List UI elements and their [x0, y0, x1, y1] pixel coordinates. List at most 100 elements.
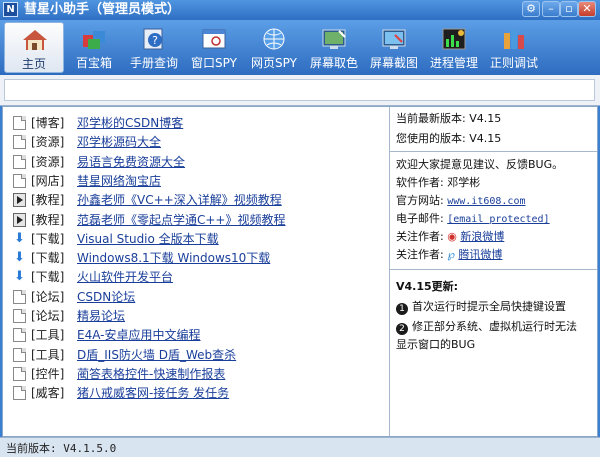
link-text[interactable]: CSDN论坛: [77, 288, 135, 306]
email-row: 电子邮件: [email protected]: [396, 211, 550, 228]
maximize-icon: ▫: [565, 2, 573, 15]
link-text[interactable]: 猪八戒威客网-接任务 发任务: [77, 384, 229, 402]
tab-process-manager[interactable]: 进程管理: [424, 22, 484, 73]
link-text[interactable]: 精易论坛: [77, 307, 125, 325]
link-category: [下载]: [31, 251, 65, 266]
document-icon: [13, 135, 26, 150]
tab-screenshot[interactable]: 屏幕截图: [364, 22, 424, 73]
screenshot-icon: [382, 29, 406, 49]
update-separator: [390, 269, 597, 270]
link-text[interactable]: 孙鑫老师《VC++深入详解》视频教程: [77, 191, 282, 209]
link-category: [下载]: [31, 270, 65, 285]
main-toolbar: 主页 百宝箱 ? 手册查询 窗口SPY 网页SPY 屏幕取色 屏幕截图 进程管理: [0, 20, 600, 75]
tab-screenshot-label: 屏幕截图: [369, 56, 418, 70]
link-text[interactable]: 易语言免费资源大全: [77, 153, 185, 171]
update-item-3: 显示窗口的BUG: [396, 337, 475, 353]
update-num-2: 2: [396, 323, 408, 335]
document-icon: [13, 347, 26, 362]
svg-text:?: ?: [152, 34, 158, 47]
document-icon: [13, 328, 26, 343]
site-row: 官方网站: www.it608.com: [396, 193, 526, 210]
tab-home[interactable]: 主页: [4, 22, 64, 73]
process-manager-icon: [442, 28, 466, 50]
app-window: N 彗星小助手（管理员模式） ⚙ – ▫ ✕ 主页 百宝箱 ? 手册查询 窗口S…: [0, 0, 600, 457]
author-row: 软件作者: 邓学彬: [396, 175, 480, 191]
tab-regex-debug[interactable]: 正则调试: [484, 22, 544, 73]
video-icon: [13, 193, 26, 208]
tab-toolbox[interactable]: 百宝箱: [64, 22, 124, 73]
link-text[interactable]: 邓学彬的CSDN博客: [77, 114, 183, 132]
update-num-1: 1: [396, 303, 408, 315]
web-spy-icon: [263, 28, 285, 50]
help-manual-icon: ?: [143, 28, 163, 50]
settings-button[interactable]: ⚙: [522, 1, 540, 17]
tab-regex-debug-label: 正则调试: [489, 56, 538, 70]
home-panel: [博客] 邓学彬的CSDN博客 [资源] 邓学彬源码大全 [资源] 易语言免费资源大全 [网…: [2, 106, 598, 437]
link-text[interactable]: 彗星网络淘宝店: [77, 172, 161, 190]
update-title: V4.15更新:: [396, 280, 459, 293]
link-text[interactable]: 邓学彬源码大全: [77, 133, 161, 151]
tab-manual[interactable]: ? 手册查询: [124, 22, 184, 73]
tab-window-spy-label: 窗口SPY: [191, 56, 237, 70]
document-icon: [13, 173, 26, 188]
minimize-icon: –: [548, 2, 554, 15]
link-category: [资源]: [31, 135, 65, 150]
status-version: 当前版本: V4.1.5.0: [6, 442, 117, 455]
link-text[interactable]: 火山软件开发平台: [77, 268, 173, 286]
link-category: [威客]: [31, 386, 65, 401]
link-text[interactable]: 蔺答表格控件-快速制作报表: [77, 365, 225, 383]
close-button[interactable]: ✕: [578, 1, 596, 17]
link-category: [工具]: [31, 347, 65, 362]
document-icon: [13, 309, 26, 323]
email-link[interactable]: [email protected]: [447, 214, 549, 225]
link-category: [工具]: [31, 328, 65, 343]
update-item-1: 1 首次运行时提示全局快捷键设置: [396, 299, 566, 315]
tab-process-manager-label: 进程管理: [429, 56, 478, 70]
color-picker-icon: [322, 29, 346, 49]
tab-toolbox-label: 百宝箱: [75, 56, 112, 70]
status-bar: 当前版本: V4.1.5.0: [0, 437, 600, 457]
site-link[interactable]: www.it608.com: [447, 196, 525, 207]
site-label: 官方网站:: [396, 194, 444, 207]
email-label: 电子邮件:: [396, 212, 444, 225]
download-icon: ⬇: [14, 269, 25, 285]
sina-weibo-link[interactable]: 新浪微博: [460, 230, 504, 243]
tab-web-spy[interactable]: 网页SPY: [244, 22, 304, 73]
home-icon: [23, 30, 47, 50]
download-icon: ⬇: [14, 250, 25, 266]
link-text[interactable]: E4A-安卓应用中文编程: [77, 326, 201, 344]
tab-window-spy[interactable]: 窗口SPY: [184, 22, 244, 73]
latest-version: 当前最新版本: V4.15: [396, 112, 502, 125]
maximize-button[interactable]: ▫: [560, 1, 578, 17]
link-text[interactable]: 范磊老师《零起点学通C++》视频教程: [77, 211, 286, 229]
close-icon: ✕: [582, 2, 592, 15]
tab-web-spy-label: 网页SPY: [251, 56, 297, 70]
address-field[interactable]: [4, 79, 595, 101]
tab-color-picker[interactable]: 屏幕取色: [304, 22, 364, 73]
app-icon: N: [3, 2, 18, 17]
link-category: [论坛]: [31, 289, 65, 304]
document-icon: [13, 366, 26, 381]
gear-icon: ⚙: [526, 2, 536, 15]
your-version: 您使用的版本: V4.15: [396, 132, 502, 145]
update-text-3: 显示窗口的BUG: [396, 338, 476, 351]
link-category: [控件]: [31, 366, 65, 381]
link-category: [网店]: [31, 173, 65, 188]
link-text[interactable]: Windows8.1下载 Windows10下载: [77, 249, 270, 267]
minimize-button[interactable]: –: [542, 1, 560, 17]
title-bar[interactable]: N 彗星小助手（管理员模式） ⚙ – ▫ ✕: [0, 0, 600, 20]
link-text[interactable]: Visual Studio 全版本下载: [77, 230, 219, 248]
info-panel: 当前最新版本: V4.15 您使用的版本: V4.15 欢迎大家提意见建议、反馈…: [390, 107, 597, 436]
tencent-weibo-link[interactable]: 腾讯微博: [458, 248, 502, 261]
document-icon: [13, 386, 26, 401]
update-text-1: 首次运行时提示全局快捷键设置: [412, 300, 566, 313]
update-item-2: 2 修正部分系统、虚拟机运行时无法: [396, 319, 577, 335]
window-title: 彗星小助手（管理员模式）: [24, 2, 181, 17]
link-category: [下载]: [31, 231, 65, 246]
link-text[interactable]: D盾_IIS防火墙 D盾_Web查杀: [77, 346, 236, 364]
download-icon: ⬇: [14, 230, 25, 246]
link-category: [教程]: [31, 212, 65, 227]
tab-home-label: 主页: [21, 57, 46, 71]
tab-manual-label: 手册查询: [129, 56, 178, 70]
sina-weibo-icon: ◉: [447, 230, 457, 243]
